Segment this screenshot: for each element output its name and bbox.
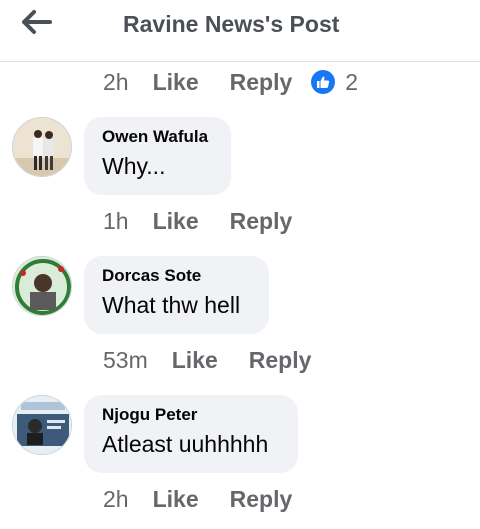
comment-author[interactable]: Dorcas Sote: [102, 266, 251, 286]
reaction-summary[interactable]: 2: [311, 69, 358, 96]
comment-actions: 53m Like Reply: [103, 345, 330, 375]
comment-author[interactable]: Owen Wafula: [102, 127, 213, 147]
avatar[interactable]: [12, 256, 72, 316]
comment-bubble[interactable]: Owen Wafula Why...: [84, 117, 231, 195]
page-title: Ravine News's Post: [123, 11, 340, 37]
thumbs-up-icon: [311, 70, 336, 94]
post-header: Ravine News's Post: [0, 0, 480, 62]
comment-bubble[interactable]: Dorcas Sote What thw hell: [84, 256, 269, 334]
reply-button[interactable]: Reply: [230, 486, 293, 513]
comment-actions: 2h Like Reply: [103, 484, 311, 514]
comment-timestamp: 2h: [103, 485, 129, 512]
like-button[interactable]: Like: [153, 486, 199, 513]
comment-actions: 1h Like Reply: [103, 206, 311, 236]
comment-text: Why...: [102, 153, 166, 179]
comment-actions-previous: 2h Like Reply 2: [103, 67, 358, 97]
avatar[interactable]: [12, 395, 72, 455]
reply-button[interactable]: Reply: [230, 208, 293, 235]
comment-author[interactable]: Njogu Peter: [102, 405, 280, 425]
comment-timestamp: 53m: [103, 346, 148, 373]
reaction-count: 2: [345, 68, 359, 95]
like-button[interactable]: Like: [153, 208, 199, 235]
comment-text: Atleast uuhhhhh: [102, 431, 269, 457]
like-button[interactable]: Like: [153, 69, 199, 96]
back-arrow-icon[interactable]: [20, 8, 54, 36]
comment-bubble[interactable]: Njogu Peter Atleast uuhhhhh: [84, 395, 298, 473]
comment-timestamp: 2h: [103, 68, 129, 95]
like-button[interactable]: Like: [172, 347, 218, 374]
reply-button[interactable]: Reply: [249, 347, 312, 374]
comment-timestamp: 1h: [103, 207, 129, 234]
comment-text: What thw hell: [102, 292, 241, 318]
avatar[interactable]: [12, 117, 72, 177]
reply-button[interactable]: Reply: [230, 69, 293, 96]
